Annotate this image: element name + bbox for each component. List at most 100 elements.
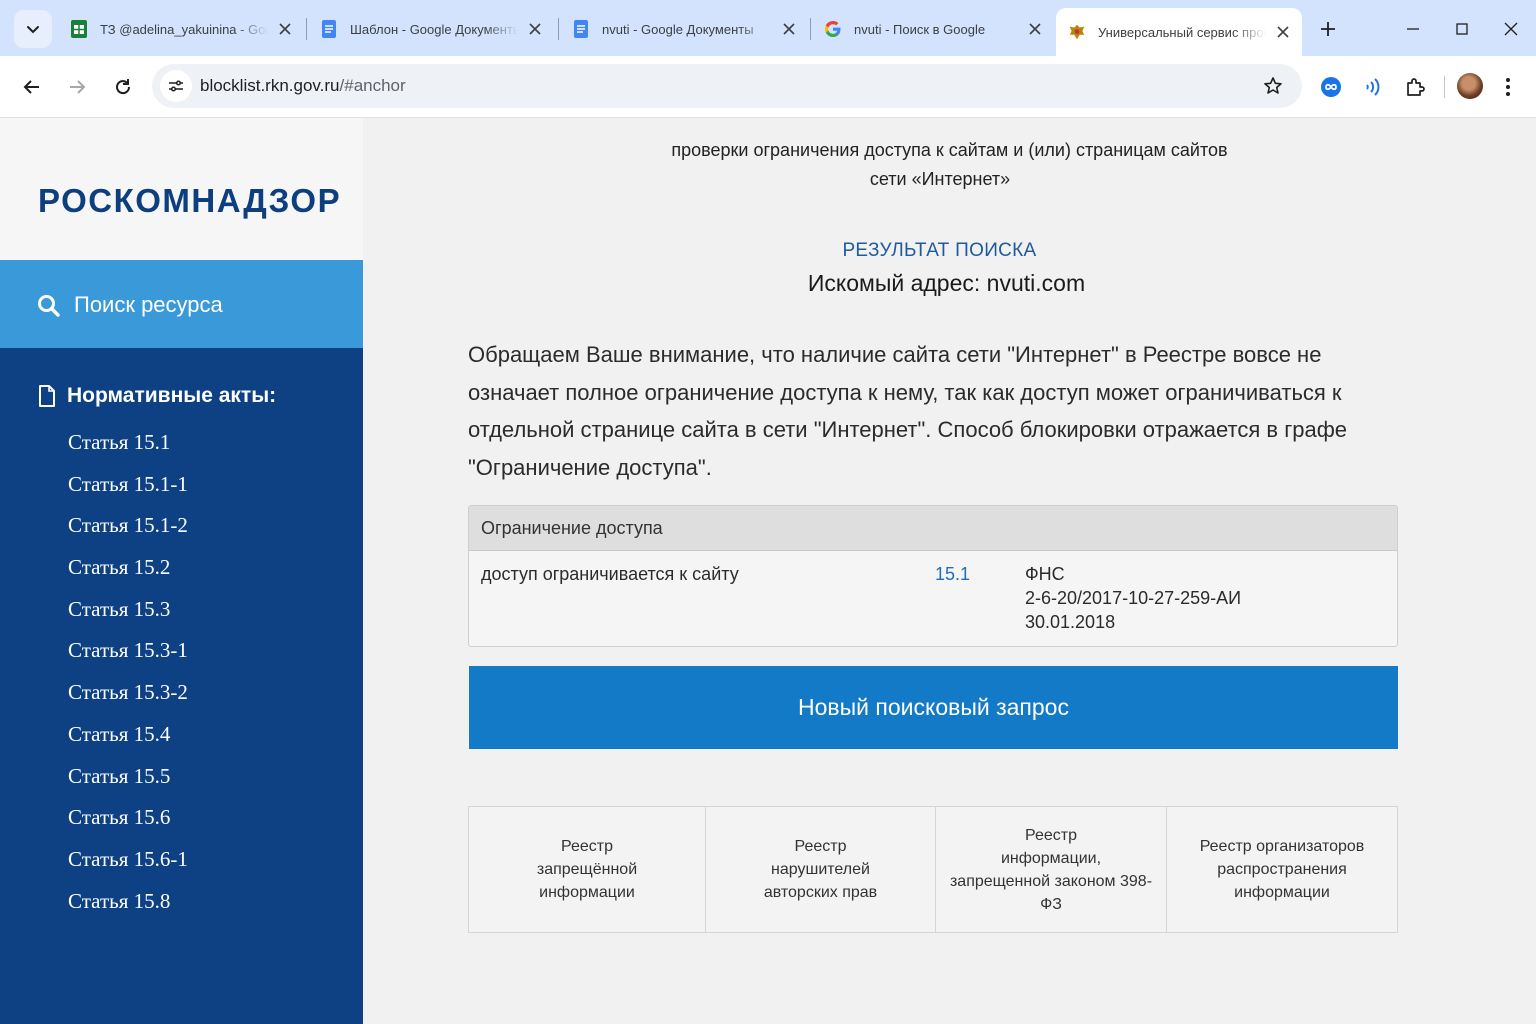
tab-strip: ТЗ @adelina_yakuinina - Goo Шаблон - Goo… xyxy=(0,0,1536,56)
forward-button[interactable] xyxy=(60,70,94,104)
google-docs-icon xyxy=(320,20,338,38)
acts-list: Статья 15.1 Статья 15.1-1 Статья 15.1-2 … xyxy=(68,428,188,928)
profile-avatar[interactable] xyxy=(1457,73,1483,99)
close-icon[interactable] xyxy=(1024,18,1046,40)
sound-waves-icon xyxy=(1366,78,1380,96)
tab-separator xyxy=(306,18,307,40)
act-link[interactable]: Статья 15.1 xyxy=(68,428,188,470)
acts-heading-label: Нормативные акты: xyxy=(67,384,277,407)
authority-name: ФНС xyxy=(1025,564,1065,584)
address-bar[interactable]: blocklist.rkn.gov.ru/#anchor xyxy=(152,64,1302,108)
registry-info-organizers[interactable]: Реестр организаторов распространения инф… xyxy=(1167,807,1397,932)
act-link[interactable]: Статья 15.1-1 xyxy=(68,470,188,512)
close-icon[interactable] xyxy=(524,18,546,40)
puzzle-icon xyxy=(1407,78,1425,96)
act-link[interactable]: Статья 15.6 xyxy=(68,803,188,845)
search-icon xyxy=(38,295,60,317)
close-window-button[interactable] xyxy=(1496,14,1526,44)
browser-menu-button[interactable] xyxy=(1491,70,1525,104)
plus-icon xyxy=(1321,22,1335,36)
notice-text: Обращаем Ваше внимание, что наличие сайт… xyxy=(468,342,1348,480)
registry-copyright-violators[interactable]: Реестр нарушителей авторских прав xyxy=(706,807,936,932)
tab-separator xyxy=(810,18,811,40)
document-icon xyxy=(39,385,55,407)
act-link[interactable]: Статья 15.8 xyxy=(68,887,188,929)
extensions-button[interactable] xyxy=(1398,70,1432,104)
tab-separator xyxy=(558,18,559,40)
new-search-button[interactable]: Новый поисковый запрос xyxy=(469,666,1398,749)
act-link[interactable]: Статья 15.3 xyxy=(68,595,188,637)
table-header: Ограничение доступа xyxy=(469,506,1397,551)
act-link[interactable]: Статья 15.5 xyxy=(68,762,188,804)
tab-google-search[interactable]: nvuti - Поиск в Google xyxy=(812,8,1054,50)
nav-search-label: Поиск ресурса xyxy=(74,292,223,317)
arrow-right-icon xyxy=(70,80,86,94)
act-link[interactable]: Статья 15.1-2 xyxy=(68,511,188,553)
act-link[interactable]: Статья 15.4 xyxy=(68,720,188,762)
url-text[interactable]: blocklist.rkn.gov.ru/#anchor xyxy=(200,76,406,96)
act-link[interactable]: Статья 15.3-1 xyxy=(68,636,188,678)
tab-title: nvuti - Google Документы xyxy=(602,21,754,37)
acts-heading: Нормативные акты: xyxy=(38,384,276,408)
sought-address: Искомый адрес: nvuti.com xyxy=(807,270,1086,296)
more-vertical-icon xyxy=(1506,78,1510,96)
restriction-type: доступ ограничивается к сайту xyxy=(481,564,739,584)
google-sheets-icon xyxy=(70,20,88,38)
intro-line-1: проверки ограничения доступа к сайтам и … xyxy=(671,140,1228,160)
url-path: /#anchor xyxy=(339,76,406,95)
maximize-button[interactable] xyxy=(1447,14,1477,44)
act-link[interactable]: Статья 15.3-2 xyxy=(68,678,188,720)
main-content: проверки ограничения доступа к сайтам и … xyxy=(363,118,1536,1024)
tab-rkn-active[interactable]: Универсальный сервис проверки xyxy=(1056,8,1302,56)
tab-docs-template[interactable]: Шаблон - Google Документы xyxy=(308,8,554,50)
article-link[interactable]: 15.1 xyxy=(935,564,970,585)
new-tab-button[interactable] xyxy=(1314,15,1342,43)
nav-search-resource[interactable]: Поиск ресурса xyxy=(0,260,363,348)
arrow-left-icon xyxy=(23,80,39,94)
site-settings-icon[interactable] xyxy=(160,70,192,102)
browser-toolbar: blocklist.rkn.gov.ru/#anchor xyxy=(0,56,1536,118)
google-docs-icon xyxy=(572,20,590,38)
extension-vpn-button[interactable] xyxy=(1314,70,1348,104)
reload-button[interactable] xyxy=(106,70,140,104)
registry-prohibited-info[interactable]: Реестр запрещённой информации xyxy=(469,807,706,932)
infinity-extension-icon xyxy=(1321,77,1341,97)
authority-block: ФНС 2-6-20/2017-10-27-259-АИ 30.01.2018 xyxy=(1025,562,1241,634)
decision-date: 30.01.2018 xyxy=(1025,612,1116,632)
maximize-icon xyxy=(1456,23,1468,35)
rkn-emblem-icon xyxy=(1068,23,1086,41)
registry-398-fz[interactable]: Реестр информации, запрещенной законом 3… xyxy=(936,807,1167,932)
tab-title: nvuti - Поиск в Google xyxy=(854,21,986,37)
tab-title: Шаблон - Google Документы xyxy=(350,21,518,37)
close-icon[interactable] xyxy=(1272,21,1294,43)
google-icon xyxy=(824,20,842,38)
back-button[interactable] xyxy=(15,70,49,104)
act-link[interactable]: Статья 15.2 xyxy=(68,553,188,595)
toolbar-divider xyxy=(1444,76,1445,98)
bookmark-button[interactable] xyxy=(1258,71,1288,101)
extension-audio-button[interactable] xyxy=(1355,70,1389,104)
intro-line-2: сети «Интернет» xyxy=(869,169,1011,189)
close-icon[interactable] xyxy=(274,18,296,40)
close-icon[interactable] xyxy=(778,18,800,40)
reload-icon xyxy=(116,79,131,95)
minimize-icon xyxy=(1407,28,1419,30)
tab-title: Универсальный сервис проверки xyxy=(1098,24,1266,40)
star-icon xyxy=(1264,77,1282,94)
site-logo[interactable]: РОСКОМНАДЗОР xyxy=(38,182,341,220)
sidebar: РОСКОМНАДЗОР Поиск ресурса Нормативные а… xyxy=(0,118,363,1024)
minimize-button[interactable] xyxy=(1398,14,1428,44)
tab-title: ТЗ @adelina_yakuinina - Goo xyxy=(100,21,268,37)
tab-docs-nvuti[interactable]: nvuti - Google Документы xyxy=(560,8,808,50)
close-icon xyxy=(1504,22,1518,36)
result-title: РЕЗУЛЬТАТ ПОИСКА xyxy=(842,240,1037,261)
logo-area[interactable]: РОСКОМНАДЗОР xyxy=(0,118,363,260)
result-table: Ограничение доступа доступ ограничиваетс… xyxy=(468,505,1398,647)
act-link[interactable]: Статья 15.6-1 xyxy=(68,845,188,887)
chevron-down-icon xyxy=(27,26,39,34)
tab-sheets[interactable]: ТЗ @adelina_yakuinina - Goo xyxy=(58,8,304,50)
decision-number: 2-6-20/2017-10-27-259-АИ xyxy=(1025,588,1242,608)
registries-links: Реестр запрещённой информации Реестр нар… xyxy=(468,806,1398,933)
url-host: blocklist.rkn.gov.ru xyxy=(200,76,340,95)
tab-search-button[interactable] xyxy=(14,10,52,48)
